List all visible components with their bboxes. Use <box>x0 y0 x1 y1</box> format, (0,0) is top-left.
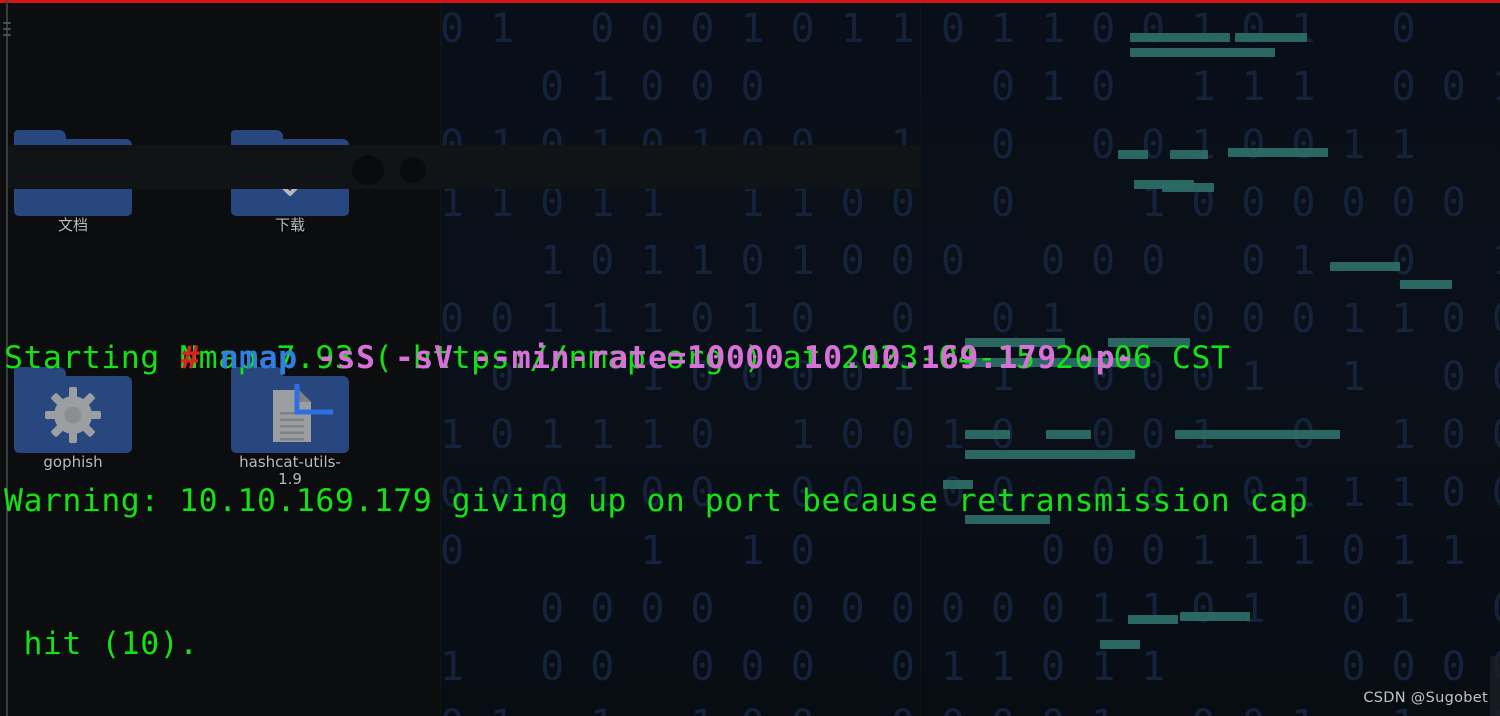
terminal-line: Warning: 10.10.169.179 giving up on port… <box>4 482 1309 519</box>
prompt-hash: # <box>180 339 201 376</box>
prompt-tree-glyph <box>121 335 333 415</box>
desktop-screen: 01 000101101100101 0 00 1 01000 010 111 … <box>0 0 1500 716</box>
window-corner-edge <box>1490 656 1500 716</box>
prompt-corner-icon <box>294 384 333 415</box>
watermark-label: CSDN @Sugobet <box>1363 690 1488 706</box>
terminal-prompt-line[interactable]: # nmap -sS -sV --min-rate=10000 10.10.16… <box>0 143 1500 415</box>
terminal-line: hit (10). <box>4 626 199 663</box>
prompt-backdrop <box>8 145 920 190</box>
terminal-output[interactable]: # nmap -sS -sV --min-rate=10000 10.10.16… <box>0 0 1500 716</box>
prompt-args: -sS -sV --min-rate=10000 10.10.169.179 -… <box>317 339 1135 376</box>
prompt-command: nmap <box>219 339 298 376</box>
